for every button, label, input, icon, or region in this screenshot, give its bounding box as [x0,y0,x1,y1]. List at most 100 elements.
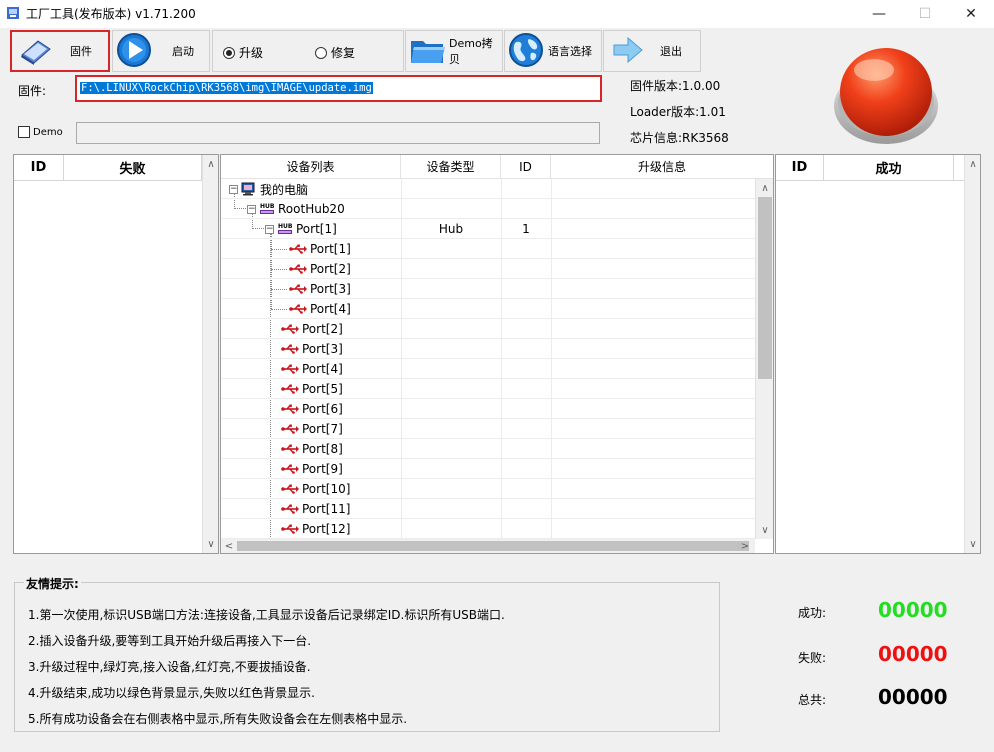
table-row[interactable]: Port[1] [221,239,755,259]
fail-id-header[interactable]: ID [14,155,64,180]
device-id-header[interactable]: ID [501,155,551,178]
upgrade-radio[interactable]: 升级 [223,44,263,61]
device-name-cell: Port[1] [289,239,351,259]
minimize-button[interactable]: — [856,0,902,28]
device-id-cell [501,259,551,279]
firmware-path-input[interactable]: F:\.LINUX\RockChip\RK3568\img\IMAGE\upda… [75,75,602,102]
success-scrollbar[interactable]: ∧ ∨ [964,155,980,553]
tips-title: 友情提示: [24,575,81,592]
firmware-button[interactable]: 固件 [10,30,110,72]
scroll-down-icon[interactable]: ∨ [756,523,774,537]
demo-copy-button[interactable]: Demo拷贝 [405,30,503,72]
device-hscroll-thumb[interactable] [237,541,749,551]
start-button[interactable]: 启动 [112,30,210,72]
maximize-button[interactable]: ☐ [902,0,948,28]
table-row[interactable]: − HUB RootHub20 [221,199,755,219]
chip-info: 芯片信息:RK3568 [630,131,729,145]
usb-icon [281,524,299,534]
usb-icon [289,284,307,294]
device-name-cell: Port[5] [281,379,343,399]
scroll-left-icon[interactable]: < [223,539,235,553]
table-row[interactable]: Port[2] [221,319,755,339]
table-row[interactable]: Port[2] [221,259,755,279]
collapse-icon[interactable]: − [229,184,238,194]
device-id-cell [501,519,551,539]
table-row[interactable]: − HUB Port[1] Hub 1 [221,219,755,239]
fail-scrollbar[interactable]: ∧ ∨ [202,155,218,553]
device-name-cell: Port[4] [289,299,351,319]
table-row[interactable]: Port[8] [221,439,755,459]
success-title-header[interactable]: 成功 [824,155,954,180]
table-row[interactable]: Port[11] [221,499,755,519]
repair-radio[interactable]: 修复 [315,44,355,61]
table-row[interactable]: Port[7] [221,419,755,439]
demo-path-input[interactable] [76,122,600,144]
success-count: 00000 [878,598,948,622]
table-row[interactable]: Port[3] [221,339,755,359]
table-row[interactable]: − 我的电脑 [221,179,755,199]
collapse-icon[interactable]: − [247,204,256,214]
device-type-cell [401,499,501,519]
device-name-cell: Port[10] [281,479,350,499]
mode-group: 升级 修复 [212,30,404,72]
scroll-down-icon[interactable]: ∨ [203,537,219,551]
demo-checkbox-box[interactable] [18,126,30,138]
table-row[interactable]: Port[6] [221,399,755,419]
device-id-cell [501,439,551,459]
device-type-cell [401,279,501,299]
usb-icon [281,424,299,434]
device-id-cell [501,499,551,519]
demo-checkbox[interactable]: Demo [18,126,63,138]
device-type-cell [401,359,501,379]
device-vscroll[interactable]: ∧ ∨ [755,179,773,539]
table-row[interactable]: Port[3] [221,279,755,299]
tip-item: 2.插入设备升级,要等到工具开始升级后再接入下一台. [28,634,312,648]
device-name: 我的电脑 [260,182,309,197]
upgrade-radio-label: 升级 [239,46,264,60]
tip-item: 3.升级过程中,绿灯亮,接入设备,红灯亮,不要拔插设备. [28,660,311,674]
device-type-cell [401,239,501,259]
tip-item: 4.升级结束,成功以绿色背景显示,失败以红色背景显示. [28,686,315,700]
success-id-header[interactable]: ID [776,155,824,180]
exit-button[interactable]: 退出 [603,30,701,72]
computer-icon [241,182,257,196]
usb-icon [281,384,299,394]
loader-version: Loader版本:1.01 [630,105,726,119]
device-name-cell: Port[7] [281,419,343,439]
globe-icon [507,31,545,72]
device-name: RootHub20 [278,202,345,216]
device-hscroll[interactable]: < > [221,539,755,553]
usb-icon [289,244,307,254]
device-vscroll-thumb[interactable] [758,197,772,379]
device-type-cell [401,439,501,459]
hub-icon: HUB [259,202,275,216]
device-name: Port[1] [296,222,337,236]
device-type-cell: Hub [438,222,464,236]
device-name: Port[1] [310,242,351,256]
close-button[interactable]: ✕ [948,0,994,28]
fail-title-header[interactable]: 失败 [64,155,202,180]
scroll-up-icon[interactable]: ∧ [203,157,219,171]
table-row[interactable]: Port[4] [221,359,755,379]
device-id-cell [501,299,551,319]
exit-label: 退出 [660,45,682,58]
table-row[interactable]: Port[12] [221,519,755,539]
table-row[interactable]: Port[5] [221,379,755,399]
scroll-right-icon[interactable]: > [739,539,751,553]
upgrade-info-header[interactable]: 升级信息 [551,155,773,178]
scroll-down-icon[interactable]: ∨ [965,537,981,551]
device-id-cell [501,419,551,439]
collapse-icon[interactable]: − [265,224,274,234]
repair-radio-dot [315,46,327,59]
language-button[interactable]: 语言选择 [504,30,602,72]
device-type-header[interactable]: 设备类型 [401,155,501,178]
success-count-label: 成功: [798,606,827,620]
device-name-cell: Port[2] [281,319,343,339]
table-row[interactable]: Port[4] [221,299,755,319]
table-row[interactable]: Port[10] [221,479,755,499]
scroll-up-icon[interactable]: ∧ [756,181,774,195]
table-row[interactable]: Port[9] [221,459,755,479]
device-list-header[interactable]: 设备列表 [221,155,401,178]
fail-count-label: 失败: [798,651,827,665]
scroll-up-icon[interactable]: ∧ [965,157,981,171]
